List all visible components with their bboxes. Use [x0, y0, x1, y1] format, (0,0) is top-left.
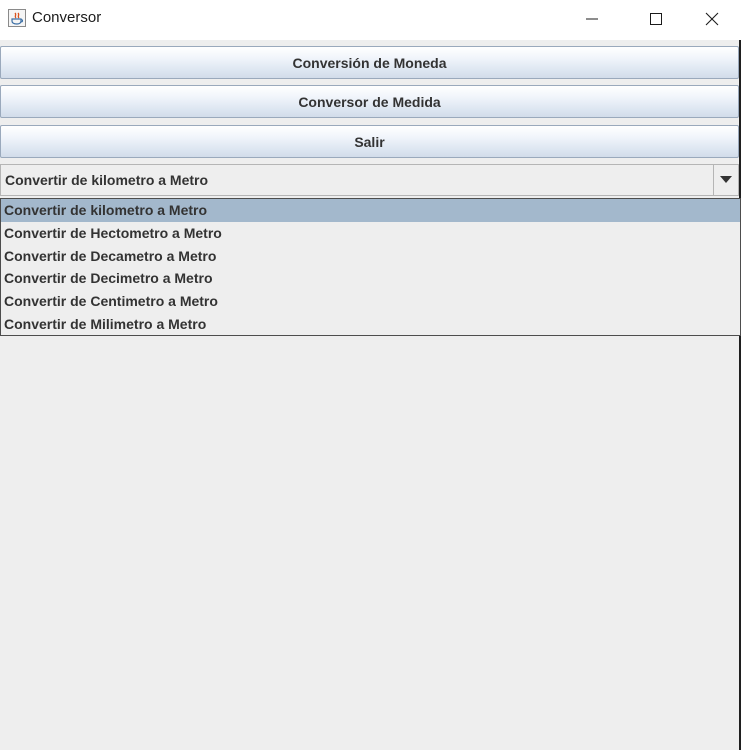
conversor-window: Conversor Conversión de Moneda Conversor… [0, 0, 741, 750]
dropdown-option-hectometro[interactable]: Convertir de Hectometro a Metro [1, 222, 740, 245]
maximize-button[interactable] [633, 0, 679, 38]
dropdown-option-decimetro[interactable]: Convertir de Decimetro a Metro [1, 267, 740, 290]
conversor-medida-button[interactable]: Conversor de Medida [0, 85, 739, 118]
conversion-moneda-button[interactable]: Conversión de Moneda [0, 46, 739, 79]
close-button[interactable] [689, 0, 735, 38]
close-icon [705, 12, 719, 26]
salir-button[interactable]: Salir [0, 125, 739, 158]
dropdown-option-centimetro[interactable]: Convertir de Centimetro a Metro [1, 290, 740, 313]
java-app-icon [8, 9, 26, 27]
window-title: Conversor [32, 9, 102, 26]
combobox-selected-value: Convertir de kilometro a Metro [5, 172, 209, 188]
minimize-button[interactable] [569, 0, 615, 38]
chevron-down-icon [720, 176, 732, 183]
dropdown-option-milimetro[interactable]: Convertir de Milimetro a Metro [1, 313, 740, 336]
conversion-type-combobox[interactable]: Convertir de kilometro a Metro [0, 164, 739, 196]
minimize-icon [586, 18, 598, 20]
combobox-dropdown-list: Convertir de kilometro a Metro Convertir… [0, 198, 741, 336]
dropdown-option-kilometro[interactable]: Convertir de kilometro a Metro [1, 199, 740, 222]
combobox-dropdown-button[interactable] [713, 165, 738, 195]
dropdown-option-decametro[interactable]: Convertir de Decametro a Metro [1, 245, 740, 268]
maximize-icon [650, 13, 662, 25]
title-bar[interactable]: Conversor [0, 0, 741, 40]
